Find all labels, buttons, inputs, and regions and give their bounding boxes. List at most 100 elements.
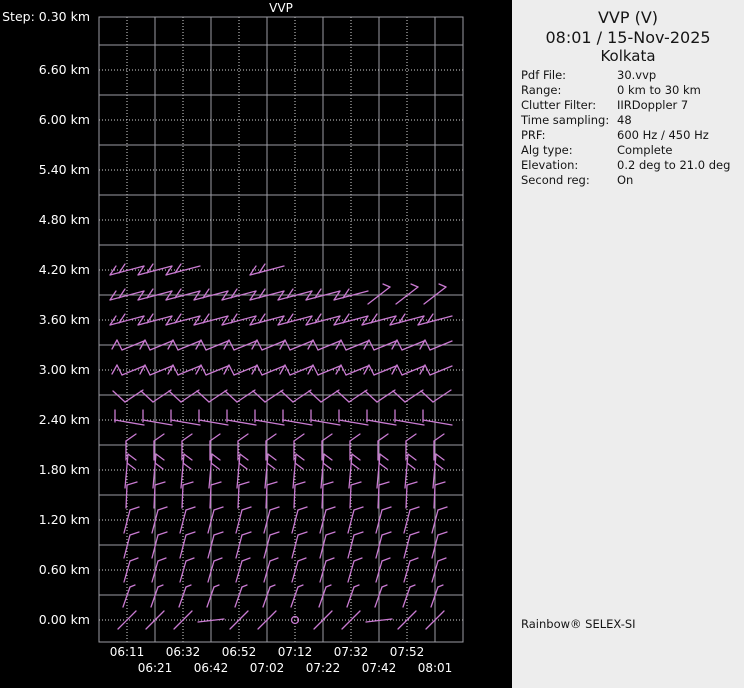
field-row: Alg type: Complete <box>521 143 740 158</box>
wind-barb <box>157 584 164 588</box>
wind-barb <box>241 584 248 588</box>
wind-barb <box>210 462 220 470</box>
wind-barb <box>438 283 447 288</box>
panel-title: VVP (V) <box>597 8 659 27</box>
wind-barb <box>226 419 257 426</box>
wind-barb <box>322 481 334 486</box>
wind-barb <box>347 509 355 534</box>
wind-barb <box>406 462 416 470</box>
wind-barb <box>325 557 335 562</box>
wind-barb <box>325 506 336 511</box>
field-value: On <box>617 173 634 187</box>
wind-barb <box>282 419 313 426</box>
wind-barb <box>111 364 118 375</box>
vvp-window: VVP Step: 0.30 km 6.60 km 6.00 km 5.40 km 4… <box>0 0 744 688</box>
wind-barb <box>269 557 279 562</box>
wind-barb <box>213 506 224 511</box>
field-label: Time sampling: <box>521 113 610 127</box>
wind-barb <box>124 389 144 403</box>
wind-barb <box>437 506 448 511</box>
wind-barb <box>350 462 360 470</box>
wind-barb <box>185 506 196 511</box>
wind-barb <box>170 419 201 426</box>
wind-barb <box>381 506 392 511</box>
x-axis-tick-label: 07:42 <box>361 661 397 675</box>
field-label: Range: <box>521 83 562 97</box>
wind-barb <box>294 481 306 486</box>
wind-barb <box>237 484 240 509</box>
wind-barb <box>312 364 319 376</box>
wind-barb <box>114 419 145 426</box>
wind-barb <box>155 453 165 461</box>
wind-barb <box>142 419 173 426</box>
wind-barb <box>291 509 299 534</box>
wind-barb <box>409 531 420 536</box>
x-axis-tick-label: 08:01 <box>417 661 453 675</box>
wind-barb <box>129 557 139 562</box>
wind-barb <box>310 419 341 426</box>
field-value: 0.2 deg to 21.0 deg <box>617 158 731 172</box>
wind-barb <box>353 557 363 562</box>
wind-barb <box>224 390 238 403</box>
field-label: Second reg: <box>521 173 590 187</box>
field-label: Pdf File: <box>521 68 567 82</box>
wind-barb <box>378 481 390 486</box>
wind-barb <box>320 389 340 403</box>
wind-barb <box>297 584 304 588</box>
wind-barb <box>293 484 296 509</box>
wind-barb <box>295 453 305 461</box>
wind-barb <box>269 584 276 588</box>
wind-barb <box>241 531 252 536</box>
wind-barb <box>179 509 187 534</box>
wind-barb <box>348 389 368 403</box>
wind-barb <box>381 584 388 588</box>
wind-barb <box>129 531 140 536</box>
wind-barb <box>183 453 193 461</box>
x-axis-tick-label: 07:32 <box>333 645 369 659</box>
wind-barb <box>129 584 136 588</box>
panel-site: Kolkata <box>600 47 656 65</box>
field-row: Range: 0 km to 30 km <box>521 83 740 98</box>
wind-barb <box>144 364 151 376</box>
wind-barb-chart <box>98 16 464 643</box>
wind-barb <box>350 481 362 486</box>
x-axis-tick-label: 07:52 <box>389 645 425 659</box>
wind-barb <box>140 390 154 403</box>
wind-barb <box>126 462 136 470</box>
wind-barb <box>404 389 424 403</box>
field-value: 0 km to 30 km <box>617 83 701 97</box>
wind-barb <box>157 506 168 511</box>
wind-barb <box>182 462 192 470</box>
wind-barb <box>127 453 137 461</box>
wind-barb <box>112 390 126 403</box>
wind-barb <box>381 557 391 562</box>
x-axis-tick-label: 07:12 <box>277 645 313 659</box>
wind-barb <box>409 584 416 588</box>
field-row: Elevation: 0.2 deg to 21.0 deg <box>521 158 740 173</box>
wind-barb <box>154 481 166 486</box>
wind-barb <box>297 557 307 562</box>
wind-barb <box>353 584 360 588</box>
wind-barb <box>405 484 408 509</box>
wind-barb <box>379 453 389 461</box>
wind-barb <box>292 389 312 403</box>
wind-barb <box>198 419 229 426</box>
x-axis-tick-label: 07:22 <box>305 661 341 675</box>
field-row: Pdf File: 30.vvp <box>521 68 740 83</box>
wind-barb <box>409 557 419 562</box>
wind-barb <box>437 584 444 588</box>
wind-barb <box>152 389 172 403</box>
panel-datetime: 08:01 / 15-Nov-2025 <box>545 28 711 47</box>
wind-barb <box>351 453 361 461</box>
field-row: Time sampling: 48 <box>521 113 740 128</box>
wind-barb <box>437 557 447 562</box>
wind-barb <box>308 390 322 403</box>
wind-profile-plot-area: VVP Step: 0.30 km 6.60 km 6.00 km 5.40 km 4… <box>0 0 512 688</box>
wind-barb <box>434 481 446 486</box>
wind-barb <box>264 389 284 403</box>
wind-barb <box>126 481 138 486</box>
wind-barb <box>213 584 220 588</box>
wind-barb <box>236 389 256 403</box>
field-row: Clutter Filter: IIRDoppler 7 <box>521 98 740 113</box>
wind-barb <box>322 462 332 470</box>
